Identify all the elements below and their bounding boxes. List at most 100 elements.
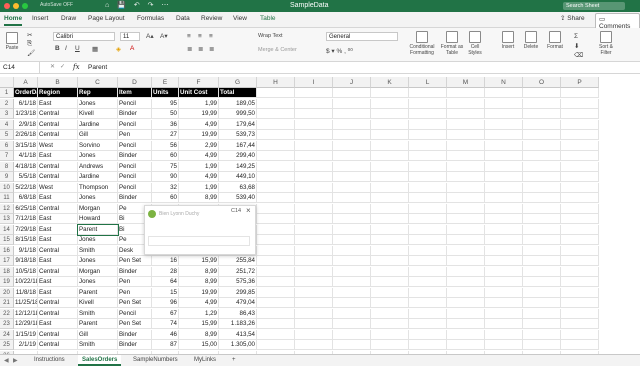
table-cell[interactable]: Central <box>38 203 78 214</box>
empty-cell[interactable] <box>447 182 485 193</box>
empty-cell[interactable] <box>485 119 523 130</box>
tab-formulas[interactable]: Formulas <box>137 15 164 22</box>
empty-cell[interactable] <box>485 151 523 161</box>
table-cell[interactable]: 1/23/18 <box>14 109 38 119</box>
empty-cell[interactable] <box>561 182 599 193</box>
row-header[interactable]: 24 <box>0 329 14 340</box>
table-cell[interactable]: 189,05 <box>219 98 257 109</box>
empty-cell[interactable] <box>485 245 523 256</box>
empty-cell[interactable] <box>485 203 523 214</box>
table-cell[interactable]: 149,25 <box>219 161 257 172</box>
table-cell[interactable]: Central <box>38 340 78 350</box>
column-header[interactable]: D <box>118 77 152 88</box>
empty-cell[interactable] <box>523 298 561 308</box>
empty-cell[interactable] <box>447 298 485 308</box>
zoom-window-icon[interactable] <box>22 3 28 9</box>
empty-cell[interactable] <box>295 130 333 140</box>
cut-icon[interactable]: ✂ <box>27 31 32 39</box>
table-cell[interactable]: Central <box>38 329 78 340</box>
empty-cell[interactable] <box>333 340 371 350</box>
table-cell[interactable]: 15,99 <box>179 319 219 329</box>
empty-cell[interactable] <box>257 151 295 161</box>
empty-cell[interactable] <box>333 203 371 214</box>
row-header[interactable]: 1 <box>0 88 14 98</box>
underline-button[interactable]: U <box>75 45 80 52</box>
table-cell[interactable]: 11/25/18 <box>14 298 38 308</box>
column-header[interactable]: P <box>561 77 599 88</box>
table-cell[interactable]: 7/29/18 <box>14 224 38 235</box>
table-cell[interactable]: 6/1/18 <box>14 98 38 109</box>
empty-cell[interactable] <box>409 277 447 287</box>
table-cell[interactable]: Binder <box>118 193 152 203</box>
empty-cell[interactable] <box>409 88 447 98</box>
empty-cell[interactable] <box>409 130 447 140</box>
table-cell[interactable]: East <box>38 214 78 224</box>
table-cell[interactable]: Kivell <box>78 109 118 119</box>
table-cell[interactable]: 1,29 <box>179 308 219 319</box>
table-cell[interactable]: East <box>38 235 78 245</box>
row-header[interactable]: 11 <box>0 193 14 203</box>
empty-cell[interactable] <box>295 340 333 350</box>
align-left-icon[interactable]: ≣ <box>187 45 192 53</box>
empty-cell[interactable] <box>523 214 561 224</box>
table-cell[interactable]: 96 <box>152 298 179 308</box>
empty-cell[interactable] <box>409 140 447 151</box>
table-cell[interactable]: 28 <box>152 266 179 277</box>
row-header[interactable]: 20 <box>0 287 14 298</box>
empty-cell[interactable] <box>257 224 295 235</box>
table-cell[interactable]: West <box>38 140 78 151</box>
empty-cell[interactable] <box>257 277 295 287</box>
table-cell[interactable]: 8,99 <box>179 329 219 340</box>
empty-cell[interactable] <box>371 224 409 235</box>
table-cell[interactable]: 7/12/18 <box>14 214 38 224</box>
empty-cell[interactable] <box>485 161 523 172</box>
column-header[interactable]: M <box>447 77 485 88</box>
empty-cell[interactable] <box>561 329 599 340</box>
table-cell[interactable]: 539,40 <box>219 193 257 203</box>
table-cell[interactable]: 2/1/19 <box>14 340 38 350</box>
table-cell[interactable]: Central <box>38 161 78 172</box>
empty-cell[interactable] <box>409 266 447 277</box>
column-header[interactable]: I <box>295 77 333 88</box>
empty-cell[interactable] <box>371 287 409 298</box>
empty-cell[interactable] <box>409 193 447 203</box>
table-cell[interactable]: 449,10 <box>219 172 257 182</box>
table-cell[interactable]: East <box>38 256 78 266</box>
table-cell[interactable]: Central <box>38 109 78 119</box>
empty-cell[interactable] <box>409 298 447 308</box>
table-cell[interactable]: 6/8/18 <box>14 193 38 203</box>
empty-cell[interactable] <box>257 172 295 182</box>
empty-cell[interactable] <box>447 172 485 182</box>
empty-cell[interactable] <box>485 329 523 340</box>
empty-cell[interactable] <box>257 161 295 172</box>
table-cell[interactable]: Pen <box>118 277 152 287</box>
empty-cell[interactable] <box>295 319 333 329</box>
empty-cell[interactable] <box>447 235 485 245</box>
quick-access-toolbar[interactable]: ⌂ 💾 ↶ ↷ ⋯ <box>105 1 171 9</box>
align-middle-icon[interactable]: ≡ <box>198 33 202 40</box>
italic-button[interactable]: I <box>65 45 67 52</box>
cancel-entry-icon[interactable]: ✕ <box>50 63 55 70</box>
table-cell[interactable]: Pen Set <box>118 319 152 329</box>
empty-cell[interactable] <box>333 140 371 151</box>
empty-cell[interactable] <box>561 224 599 235</box>
table-cell[interactable]: 3/15/18 <box>14 140 38 151</box>
empty-cell[interactable] <box>295 203 333 214</box>
borders-icon[interactable]: ▦ <box>92 45 98 53</box>
empty-cell[interactable] <box>333 235 371 245</box>
table-cell[interactable]: Parent <box>78 319 118 329</box>
increase-font-icon[interactable]: A▴ <box>146 32 154 40</box>
empty-cell[interactable] <box>295 140 333 151</box>
empty-cell[interactable] <box>295 214 333 224</box>
table-cell[interactable]: Binder <box>118 151 152 161</box>
table-cell[interactable]: 2/26/18 <box>14 130 38 140</box>
empty-cell[interactable] <box>485 214 523 224</box>
empty-cell[interactable] <box>523 130 561 140</box>
empty-cell[interactable] <box>295 172 333 182</box>
empty-cell[interactable] <box>333 308 371 319</box>
empty-cell[interactable] <box>257 340 295 350</box>
table-cell[interactable]: 1.305,00 <box>219 340 257 350</box>
empty-cell[interactable] <box>447 245 485 256</box>
row-header[interactable]: 14 <box>0 224 14 235</box>
empty-cell[interactable] <box>561 277 599 287</box>
